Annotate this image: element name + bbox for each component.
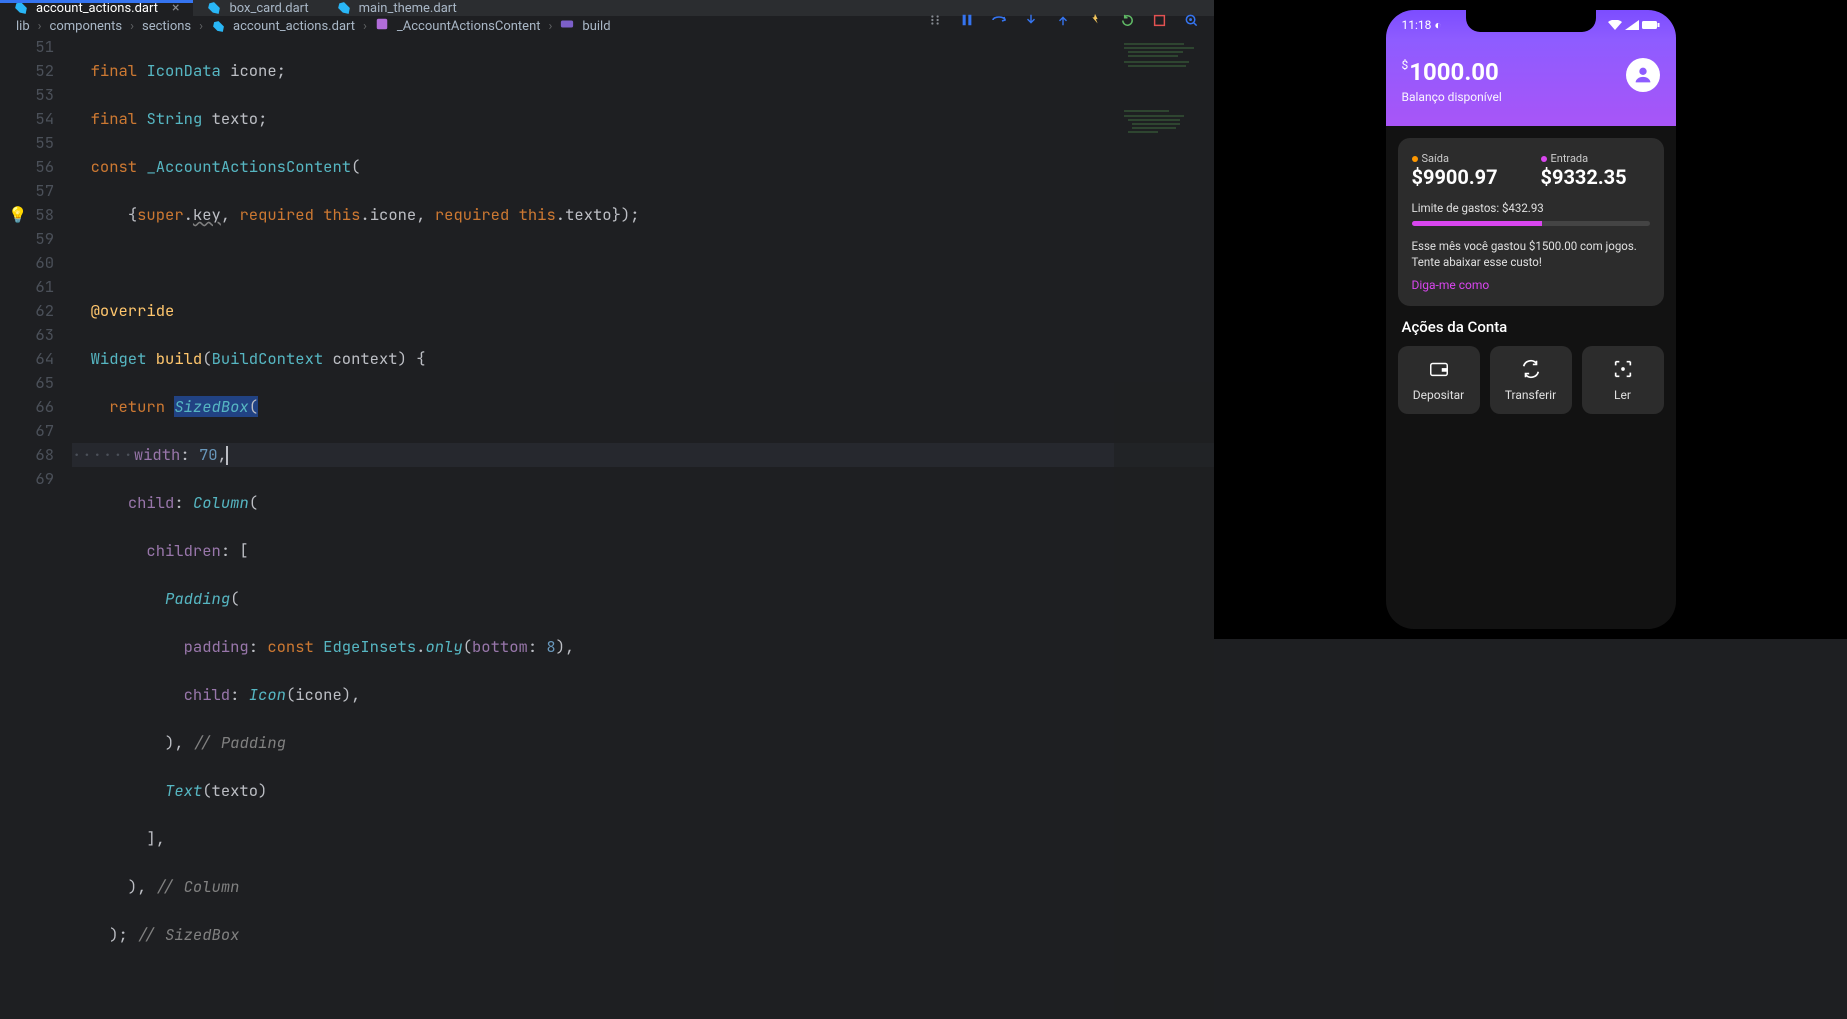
tab-bar: account_actions.dart × box_card.dart mai… [0,0,1214,17]
step-over-icon[interactable] [990,11,1008,29]
in-value: $9332.35 [1541,165,1650,189]
out-value: $9900.97 [1412,165,1521,189]
line-gutter: 51 52 53 54 55 56 57 💡58 59 60 61 62 63 … [0,35,72,1019]
crumb-file[interactable]: account_actions.dart [233,19,355,34]
tab-label: box_card.dart [229,1,308,16]
phone-screen[interactable]: 11:18 ◐ $1000.00 Balanço disponível [1386,10,1676,629]
action-scan[interactable]: Ler [1582,346,1664,414]
step-out-icon[interactable] [1054,11,1072,29]
wifi-icon [1608,20,1622,30]
hot-reload-icon[interactable] [1086,11,1104,29]
actions-section-title: Ações da Conta [1402,318,1660,336]
dart-file-icon [14,1,28,15]
class-icon [375,17,389,35]
step-into-icon[interactable] [1022,11,1040,29]
text-caret [226,446,228,465]
action-label: Transferir [1505,388,1556,402]
crumb-lib[interactable]: lib [16,19,30,34]
crumb-components[interactable]: components [50,19,123,34]
spending-message: Esse mês você gastou $1500.00 com jogos.… [1412,238,1650,270]
dart-file-icon [211,19,225,33]
dot-icon [1541,156,1547,162]
action-label: Ler [1614,388,1631,402]
status-icons [1608,20,1660,30]
chevron-right-icon: › [199,19,203,34]
editor-pane: account_actions.dart × box_card.dart mai… [0,0,1214,639]
chevron-right-icon: › [363,19,367,34]
inspect-icon[interactable] [1182,11,1200,29]
battery-icon [1642,20,1660,30]
code-area[interactable]: final IconData icone; final String texto… [72,35,1214,1019]
crumb-sections[interactable]: sections [142,19,191,34]
tab-account-actions[interactable]: account_actions.dart × [0,0,193,16]
tab-box-card[interactable]: box_card.dart [193,0,322,16]
chevron-right-icon: › [130,19,134,34]
actions-row: Depositar Transferir Ler [1386,346,1676,414]
balance-header: $1000.00 Balanço disponível [1386,40,1676,126]
dot-icon [1412,156,1418,162]
signal-icon [1625,20,1639,30]
avatar[interactable] [1626,58,1660,92]
stop-icon[interactable] [1150,11,1168,29]
tab-label: main_theme.dart [359,1,457,16]
crumb-class[interactable]: _AccountActionsContent [397,19,541,34]
scan-icon [1612,358,1634,380]
device-preview-pane: 11:18 ◐ $1000.00 Balanço disponível [1214,0,1847,639]
dart-file-icon [337,1,351,15]
debug-toolbar [918,0,1208,40]
sync-icon [1520,358,1542,380]
in-label: Entrada [1541,152,1650,165]
action-transfer[interactable]: Transferir [1490,346,1572,414]
balance-label: Balanço disponível [1402,90,1502,104]
drag-handle-icon[interactable] [926,11,944,29]
close-icon[interactable]: × [172,0,179,16]
restart-icon[interactable] [1118,11,1136,29]
person-icon [1632,64,1654,86]
action-label: Depositar [1413,388,1464,402]
lightbulb-icon[interactable]: 💡 [8,203,27,227]
minimap[interactable] [1114,35,1214,1019]
crumb-method[interactable]: build [582,19,610,34]
limit-text: Limite de gastos: $432.93 [1412,201,1650,215]
chevron-right-icon: › [38,19,42,34]
dart-file-icon [207,1,221,15]
progress-fill [1412,221,1543,226]
action-deposit[interactable]: Depositar [1398,346,1480,414]
out-label: Saída [1412,152,1521,165]
status-time: 11:18 ◐ [1402,18,1442,32]
pause-icon[interactable] [958,11,976,29]
tab-main-theme[interactable]: main_theme.dart [323,0,471,16]
phone-frame: 11:18 ◐ $1000.00 Balanço disponível [1376,0,1686,639]
chevron-right-icon: › [549,19,553,34]
tell-me-how-link[interactable]: Diga-me como [1412,278,1650,292]
progress-bar [1412,221,1650,226]
phone-notch [1466,10,1596,32]
method-icon [560,17,574,35]
tab-label: account_actions.dart [36,1,158,16]
editor-body[interactable]: 51 52 53 54 55 56 57 💡58 59 60 61 62 63 … [0,35,1214,1019]
wallet-icon [1428,358,1450,380]
balance-amount: $1000.00 [1402,58,1502,86]
summary-card: Saída $9900.97 Entrada $9332.35 Limite d… [1398,138,1664,306]
